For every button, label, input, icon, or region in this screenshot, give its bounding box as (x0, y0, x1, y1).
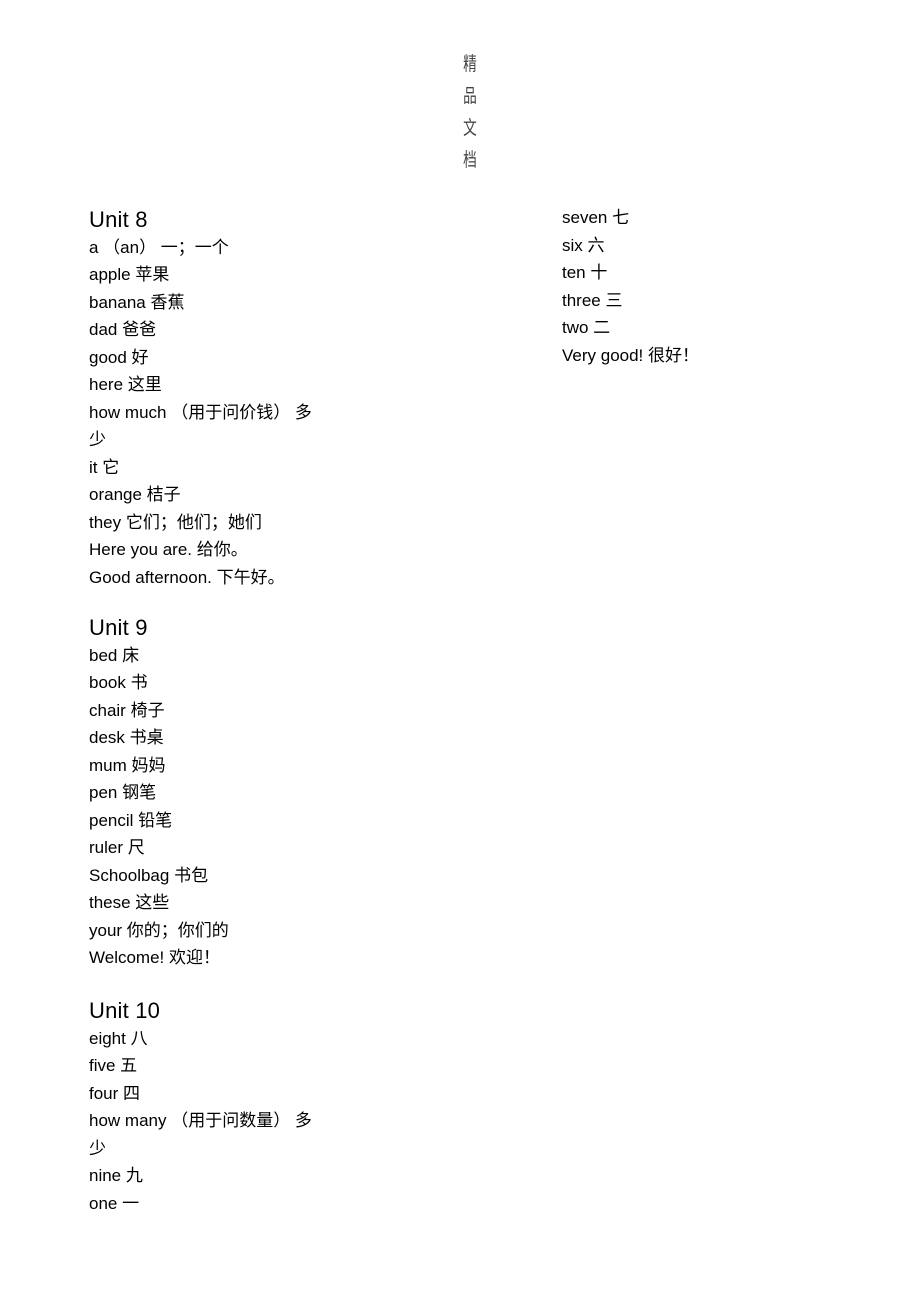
vocab-entry: it 它 (89, 457, 120, 477)
vocab-entry: these 这些 (89, 893, 170, 912)
vocab-entry: nine 九 (89, 1166, 143, 1185)
vocab-entry: a （an） 一；一个 (89, 237, 229, 257)
vocab-entry: three 三 (562, 290, 623, 310)
vocab-entry: mum 妈妈 (89, 755, 166, 775)
vocab-entry: ruler 尺 (89, 838, 145, 857)
vocab-entry: pencil 铅笔 (89, 810, 173, 830)
unit-9-entry-list: bed 床 book 书 chair 椅子 desk 书桌 mum 妈妈 pen… (89, 642, 229, 972)
vocab-entry: Very good! 很好！ (562, 345, 700, 365)
vocab-entry: they 它们；他们；她们 (89, 512, 262, 532)
vocab-entry: your 你的；你们的 (89, 920, 229, 940)
vocabulary-sheet: Unit 8 a （an） 一；一个 apple 苹果 banana 香蕉 da… (0, 0, 920, 1303)
vocab-entry: how many （用于问数量） 多少 (89, 1111, 312, 1158)
unit-10-continuation-list: seven 七 six 六 ten 十 three 三 two 二 Very g… (562, 204, 699, 369)
vocab-entry: orange 桔子 (89, 485, 181, 504)
vocab-entry: Good afternoon. 下午好。 (89, 567, 285, 587)
unit-10-title: Unit 10 (89, 998, 161, 1023)
unit-8-entry-list: a （an） 一；一个 apple 苹果 banana 香蕉 dad 爸爸 go… (89, 234, 325, 592)
vocab-entry: here 这里 (89, 375, 162, 394)
vocab-entry: how much （用于问价钱） 多少 (89, 402, 312, 450)
vocab-entry: chair 椅子 (89, 700, 165, 720)
vocab-entry: good 好 (89, 347, 149, 367)
vocab-entry: ten 十 (562, 263, 608, 282)
vocab-entry: six 六 (562, 235, 605, 255)
vocab-entry: bed 床 (89, 645, 140, 665)
vocab-entry: four 四 (89, 1083, 141, 1103)
vocab-entry: five 五 (89, 1056, 138, 1075)
vocab-entry: banana 香蕉 (89, 292, 185, 312)
unit-9-title: Unit 9 (89, 615, 148, 640)
vocab-entry: Here you are. 给你。 (89, 540, 248, 559)
vocab-entry: book 书 (89, 673, 148, 692)
vocab-entry: two 二 (562, 318, 611, 337)
vocab-entry: one 一 (89, 1193, 140, 1213)
vocab-entry: pen 钢笔 (89, 783, 157, 802)
vocab-entry: Schoolbag 书包 (89, 865, 209, 885)
unit-8-title: Unit 8 (89, 207, 148, 232)
vocab-entry: dad 爸爸 (89, 320, 157, 339)
vocab-entry: eight 八 (89, 1028, 148, 1048)
vocab-entry: apple 苹果 (89, 265, 170, 284)
unit-block-10: Unit 10 eight 八 five 五 four 四 how many （… (89, 997, 321, 1217)
vocab-entry: desk 书桌 (89, 728, 164, 747)
vocab-entry: seven 七 (562, 208, 630, 227)
unit-block-9: Unit 9 bed 床 book 书 chair 椅子 desk 书桌 mum… (89, 614, 229, 972)
vocab-entry: Welcome! 欢迎！ (89, 948, 220, 967)
unit-block-8: Unit 8 a （an） 一；一个 apple 苹果 banana 香蕉 da… (89, 206, 325, 591)
unit-10-entry-list: eight 八 five 五 four 四 how many （用于问数量） 多… (89, 1025, 321, 1218)
